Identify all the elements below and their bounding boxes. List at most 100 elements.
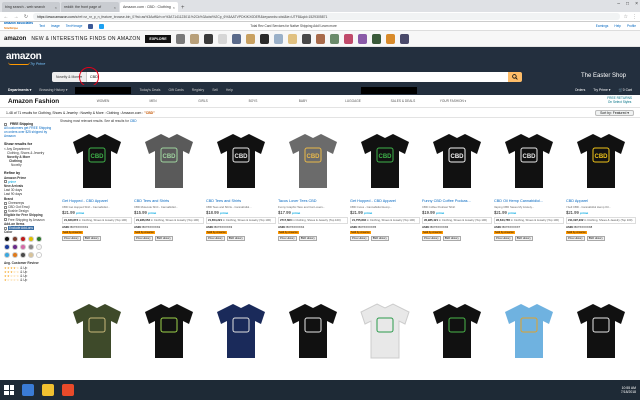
browser-tab-1[interactable]: bing search - web search ×: [2, 2, 60, 12]
product-card[interactable]: [422, 296, 492, 366]
file-explorer-icon[interactable]: [42, 384, 54, 396]
product-image[interactable]: CBD: [278, 126, 348, 196]
checkbox[interactable]: [4, 205, 7, 209]
sitestripe-textimage-link[interactable]: Text+Image: [66, 24, 83, 28]
orders-link[interactable]: Orders: [575, 88, 585, 92]
product-image[interactable]: CBD: [206, 126, 276, 196]
price-history-button[interactable]: Price History: [62, 236, 81, 242]
color-swatch[interactable]: [28, 244, 34, 251]
product-title[interactable]: CBD Tees and Shirts: [134, 199, 204, 203]
tshirt-image[interactable]: [215, 302, 267, 360]
checkbox[interactable]: [4, 180, 7, 184]
color-swatch[interactable]: [4, 252, 10, 259]
windows-start-icon[interactable]: [4, 385, 14, 395]
address-bar[interactable]: https://www.amazon.com/s/ref=sr_nr_p_n_f…: [33, 13, 620, 20]
promo-banner[interactable]: amazon NEW & INTERESTING FINDS ON AMAZON…: [0, 31, 640, 47]
product-card[interactable]: [62, 296, 132, 366]
fashion-tab-girls[interactable]: GIRLS: [178, 99, 228, 103]
departments-menu[interactable]: Departments ▾: [8, 88, 31, 92]
color-swatch[interactable]: [12, 252, 18, 259]
help-link[interactable]: Help: [614, 24, 621, 28]
close-window-icon[interactable]: ×: [635, 1, 638, 7]
tshirt-image[interactable]: CBD: [287, 132, 339, 190]
bsr-history-button[interactable]: BSR History: [442, 236, 461, 242]
color-swatch[interactable]: [4, 244, 10, 251]
easter-shop-banner[interactable]: The Easter Shop: [581, 73, 626, 79]
color-swatch[interactable]: [12, 244, 18, 251]
checkbox[interactable]: [4, 209, 7, 213]
try-prime-nav[interactable]: Try Prime ▾: [593, 88, 610, 92]
product-image[interactable]: CBD: [62, 126, 132, 196]
price-history-button[interactable]: Price History: [566, 236, 585, 242]
tshirt-image[interactable]: CBD: [359, 132, 411, 190]
tshirt-image[interactable]: CBD: [431, 132, 483, 190]
product-image[interactable]: [206, 296, 276, 366]
facebook-icon[interactable]: [88, 23, 94, 29]
color-swatch[interactable]: [20, 244, 26, 251]
forward-icon[interactable]: →: [13, 14, 19, 20]
color-swatch[interactable]: [36, 236, 42, 243]
bsr-history-button[interactable]: BSR History: [370, 236, 389, 242]
product-image[interactable]: [278, 296, 348, 366]
product-image[interactable]: CBD: [494, 126, 564, 196]
nav-help[interactable]: Help: [226, 88, 233, 92]
color-swatch[interactable]: [36, 252, 42, 259]
tshirt-image[interactable]: [143, 302, 195, 360]
nav-registry[interactable]: Registry: [192, 88, 204, 92]
bsr-history-button[interactable]: BSR History: [298, 236, 317, 242]
product-subtitle[interactable]: I Sell CBD - Cannabidiol Hemp Oil...: [566, 205, 636, 209]
close-icon[interactable]: ×: [114, 5, 116, 10]
maximize-icon[interactable]: □: [626, 1, 629, 7]
product-image[interactable]: [134, 296, 204, 366]
product-card[interactable]: [566, 296, 636, 366]
menu-icon[interactable]: ⋮: [632, 14, 637, 20]
product-card[interactable]: [494, 296, 564, 366]
edge-icon[interactable]: [22, 384, 34, 396]
bsr-history-button[interactable]: BSR History: [226, 236, 245, 242]
tshirt-image[interactable]: CBD: [143, 132, 195, 190]
color-swatch[interactable]: [20, 252, 26, 259]
checkbox[interactable]: [4, 218, 7, 222]
nav-gift-cards[interactable]: Gift Cards: [169, 88, 184, 92]
product-subtitle[interactable]: CBD Get Hopped Shirt - Cannabidiol...: [62, 205, 132, 209]
browser-tab-2[interactable]: reddit: the front page of ×: [61, 2, 119, 12]
product-image[interactable]: [422, 296, 492, 366]
price-history-button[interactable]: Price History: [134, 236, 153, 242]
checkbox[interactable]: [4, 201, 7, 205]
product-card[interactable]: [350, 296, 420, 366]
bsr-history-button[interactable]: BSR History: [586, 236, 605, 242]
bookmark-star-icon[interactable]: ☆: [624, 14, 628, 20]
tshirt-image[interactable]: [575, 302, 627, 360]
try-prime-link[interactable]: Try Prime: [30, 62, 45, 66]
fashion-tab-men[interactable]: MEN: [128, 99, 178, 103]
tshirt-image[interactable]: [287, 302, 339, 360]
fashion-tab-luggage[interactable]: LUGGAGE: [328, 99, 378, 103]
fashion-tab-women[interactable]: WOMEN: [78, 99, 128, 103]
product-image[interactable]: CBD: [566, 126, 636, 196]
tshirt-image[interactable]: CBD: [575, 132, 627, 190]
dept-novelty[interactable]: Novelty: [4, 163, 52, 167]
tshirt-image[interactable]: [503, 302, 555, 360]
fashion-tab-boys[interactable]: BOYS: [228, 99, 278, 103]
product-image[interactable]: [62, 296, 132, 366]
tshirt-image[interactable]: [359, 302, 411, 360]
product-image[interactable]: CBD: [134, 126, 204, 196]
browser-tab-3[interactable]: Amazon.com : CBD : Clothing ×: [120, 2, 178, 12]
review-1-up[interactable]: ★☆☆☆☆ & Up: [4, 278, 52, 282]
product-card[interactable]: [278, 296, 348, 366]
color-swatch[interactable]: [20, 236, 26, 243]
close-icon[interactable]: ×: [173, 5, 175, 10]
sitestripe-text-link[interactable]: Text: [39, 24, 45, 28]
product-subtitle[interactable]: Vaping CBD Saves My Anxiety...: [494, 205, 564, 209]
color-swatch[interactable]: [28, 236, 34, 243]
nav-sell[interactable]: Sell: [212, 88, 218, 92]
bsr-history-button[interactable]: BSR History: [514, 236, 533, 242]
product-card[interactable]: CBD CBD Tees and Shirts CBD Tees and Shirt…: [206, 126, 276, 242]
product-title[interactable]: CBD Oil Hemp Cannabidiol...: [494, 199, 564, 203]
tshirt-image[interactable]: [71, 302, 123, 360]
tshirt-image[interactable]: CBD: [71, 132, 123, 190]
free-returns-link[interactable]: FREE RETURNS On Select Styles: [607, 97, 632, 104]
bsr-history-button[interactable]: BSR History: [154, 236, 173, 242]
amazon-logo[interactable]: amazon: [6, 51, 42, 62]
checkbox[interactable]: [4, 226, 7, 230]
